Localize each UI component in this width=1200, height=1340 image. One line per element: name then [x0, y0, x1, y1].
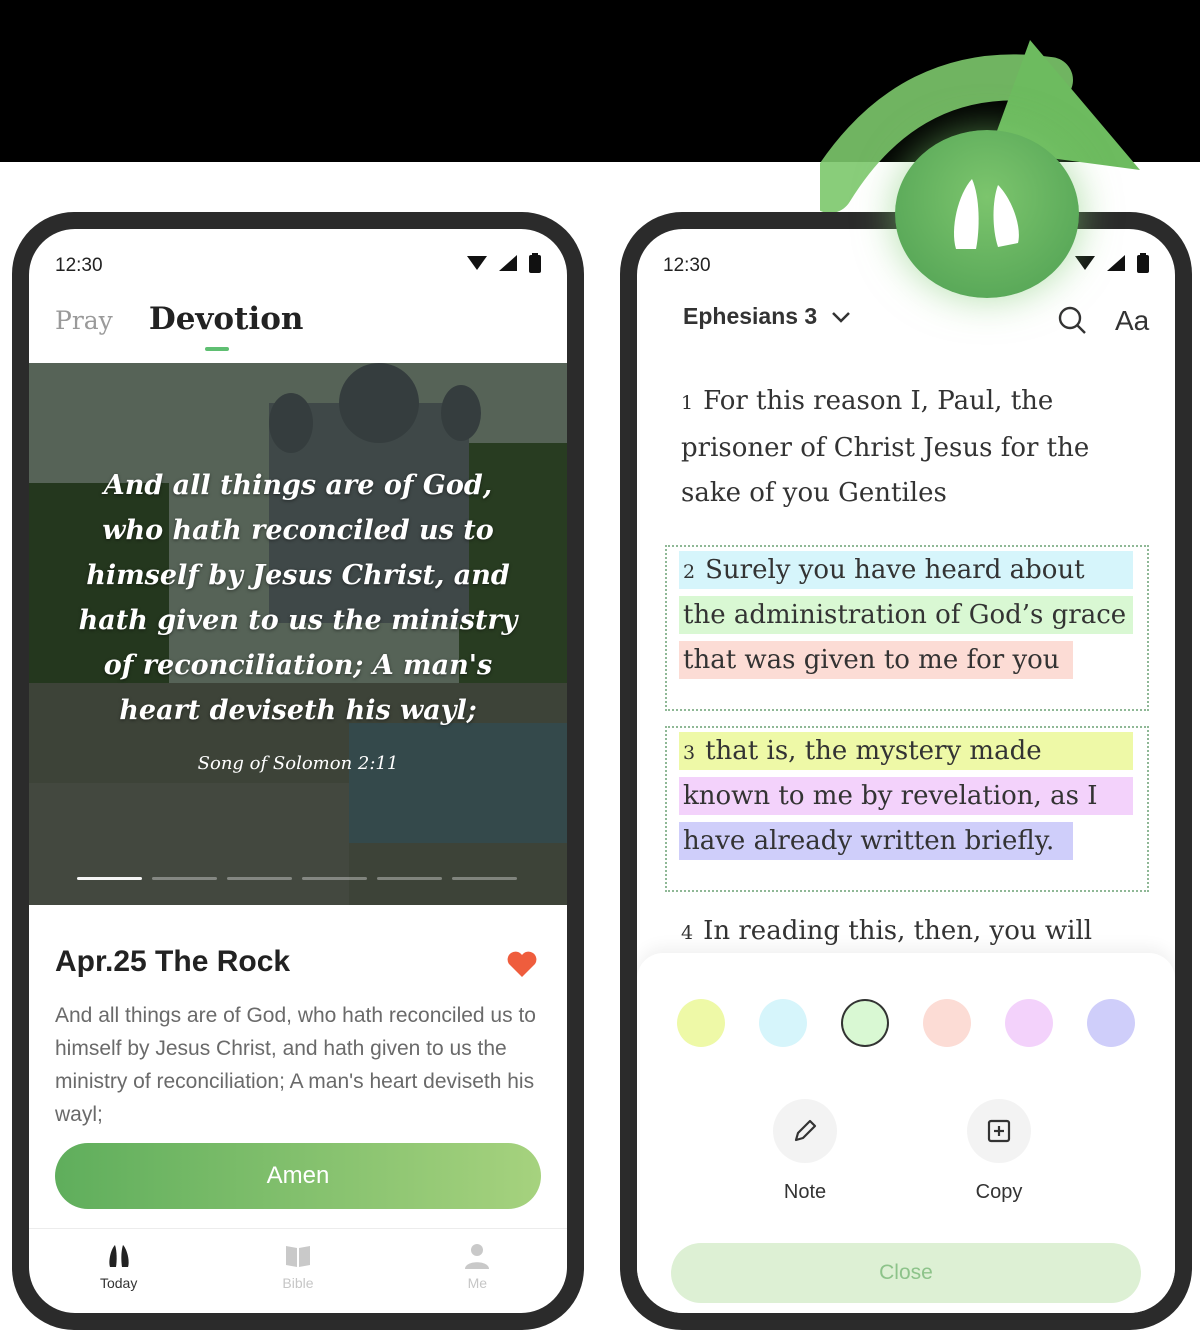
phone-bible-reader: 12:30 Ephesians 3 Aa 1 For this reason I,…	[620, 212, 1192, 1330]
battery-icon	[529, 253, 541, 273]
font-size-button[interactable]: Aa	[1115, 305, 1149, 337]
book-icon	[285, 1246, 310, 1267]
search-icon[interactable]	[1057, 305, 1087, 335]
wifi-icon	[467, 256, 487, 270]
highlight-line: have already written briefly.	[679, 822, 1073, 860]
color-swatch-purple[interactable]	[1087, 999, 1135, 1047]
highlight-line: the administration of God’s grace	[679, 596, 1133, 634]
phone-devotion: 12:30 Pray Devotion And all things are o…	[12, 212, 584, 1330]
color-swatch-blue[interactable]	[759, 999, 807, 1047]
verse-number: 3	[683, 742, 696, 764]
verse-text: In reading this, then, you will	[703, 916, 1093, 946]
praying-hands-icon	[109, 1245, 129, 1267]
nav-item-me[interactable]: Me	[417, 1229, 537, 1313]
slide-dot[interactable]	[152, 877, 217, 880]
nav-item-bible[interactable]: Bible	[238, 1229, 358, 1313]
nav-item-today[interactable]: Today	[59, 1229, 179, 1313]
bottom-nav: Today Bible Me	[29, 1228, 567, 1313]
selected-verse-2[interactable]: 2 Surely you have heard about the adminis…	[665, 545, 1149, 711]
verse-number: 1	[681, 392, 694, 414]
bible-screen: 12:30 Ephesians 3 Aa 1 For this reason I,…	[637, 229, 1175, 1313]
verse-number: 2	[683, 561, 696, 583]
battery-icon	[1137, 253, 1149, 273]
praying-hands-logo-icon	[953, 179, 1019, 249]
tab-pray[interactable]: Pray	[55, 306, 113, 335]
signal-icon	[1107, 255, 1125, 271]
highlight-line: 2 Surely you have heard about	[679, 551, 1133, 589]
verse-text: known to me by revelation, as I	[683, 781, 1098, 811]
devotion-title: Apr.25 The Rock	[55, 945, 291, 978]
close-button[interactable]: Close	[671, 1243, 1141, 1303]
verse-text: have already written briefly.	[683, 826, 1055, 856]
color-swatch-peach[interactable]	[923, 999, 971, 1047]
wifi-icon	[1075, 256, 1095, 270]
copy-button[interactable]: Copy	[967, 1099, 1031, 1204]
slide-dot[interactable]	[452, 877, 517, 880]
note-circle	[773, 1099, 837, 1163]
tab-indicator	[205, 347, 229, 351]
devotion-quote: And all things are of God, who hath reco…	[78, 470, 518, 726]
slide-dot[interactable]	[77, 877, 142, 880]
slide-dot[interactable]	[377, 877, 442, 880]
chapter-title: Ephesians 3	[683, 303, 818, 329]
devotion-reference: Song of Solomon 2:11	[197, 753, 399, 774]
note-button[interactable]: Note	[773, 1099, 837, 1204]
verse-text: the administration of God’s grace	[683, 600, 1127, 630]
status-time: 12:30	[55, 255, 103, 276]
devotion-body: And all things are of God, who hath reco…	[55, 1004, 536, 1126]
signal-icon	[499, 255, 517, 271]
devotion-screen: 12:30 Pray Devotion And all things are o…	[29, 229, 567, 1313]
verse-4[interactable]: 4 In reading this, then, you will	[681, 909, 1131, 956]
nav-label-today: Today	[99, 1275, 138, 1291]
highlight-line: 3 that is, the mystery made	[679, 732, 1133, 770]
slide-dot[interactable]	[227, 877, 292, 880]
tab-devotion[interactable]: Devotion	[149, 301, 304, 337]
slide-indicator	[77, 877, 517, 880]
app-logo-badge	[895, 130, 1079, 298]
verse-text: For this reason I, Paul, the prisoner of…	[681, 386, 1090, 508]
amen-button[interactable]: Amen	[55, 1143, 541, 1209]
status-bar: 12:30	[29, 229, 567, 289]
verse-1[interactable]: 1 For this reason I, Paul, the prisoner o…	[681, 379, 1121, 516]
nav-label-me: Me	[467, 1275, 488, 1291]
copy-label: Copy	[975, 1181, 1023, 1203]
highlight-line: known to me by revelation, as I	[679, 777, 1133, 815]
status-time: 12:30	[663, 255, 711, 276]
color-swatch-pink[interactable]	[1005, 999, 1053, 1047]
color-swatch-yellow[interactable]	[677, 999, 725, 1047]
heart-icon[interactable]	[507, 951, 537, 977]
verse-number: 4	[681, 922, 694, 944]
person-icon	[465, 1244, 490, 1269]
chevron-down-icon	[832, 311, 851, 323]
verse-text: Surely you have heard about	[705, 555, 1085, 585]
note-label: Note	[783, 1181, 827, 1203]
pencil-icon	[794, 1119, 817, 1142]
color-swatches	[677, 999, 1135, 1047]
selected-verse-3[interactable]: 3 that is, the mystery made known to me b…	[665, 726, 1149, 892]
copy-icon	[987, 1119, 1011, 1143]
highlight-sheet: Note Copy Close	[637, 953, 1175, 1313]
highlight-line: that was given to me for you	[679, 641, 1073, 679]
copy-circle	[967, 1099, 1031, 1163]
devotion-hero[interactable]: And all things are of God, who hath reco…	[29, 363, 567, 905]
color-swatch-green[interactable]	[841, 999, 889, 1047]
slide-dot[interactable]	[302, 877, 367, 880]
verse-text: that is, the mystery made	[705, 736, 1042, 766]
nav-label-bible: Bible	[282, 1275, 314, 1291]
verse-text: that was given to me for you	[683, 645, 1060, 675]
chapter-selector[interactable]: Ephesians 3	[683, 303, 851, 330]
